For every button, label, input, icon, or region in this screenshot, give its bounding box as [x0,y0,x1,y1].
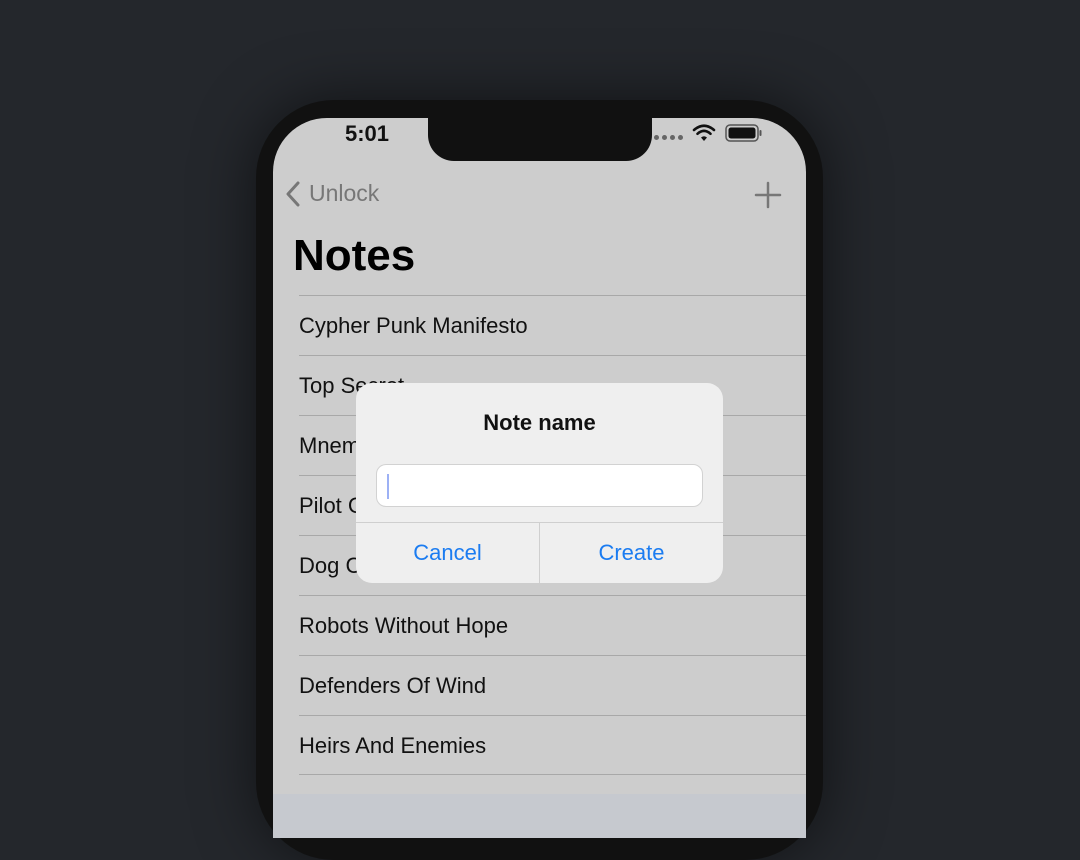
back-button[interactable]: Unlock [285,180,379,207]
note-name-input[interactable] [376,464,703,507]
alert-title: Note name [483,410,596,435]
note-list-item[interactable]: Defenders Of Wind [299,655,806,715]
text-caret [387,474,389,499]
add-note-button[interactable] [753,180,783,210]
back-button-label: Unlock [309,180,380,206]
note-name-alert: Note name Cancel Create [356,383,723,583]
cancel-button[interactable]: Cancel [356,522,539,583]
page-title: Notes [293,231,416,280]
bottom-toolbar [273,794,806,838]
chevron-left-icon [286,181,300,206]
note-list-item[interactable]: Robots Without Hope [299,595,806,655]
note-list-item[interactable]: Heirs And Enemies [299,715,806,775]
create-button[interactable]: Create [540,522,723,583]
notch [428,118,652,161]
note-list-item[interactable]: Cypher Punk Manifesto [299,295,806,355]
status-time: 5:01 [345,121,390,146]
signal-icon [654,135,683,140]
wifi-icon [692,124,716,141]
battery-icon [725,124,762,142]
